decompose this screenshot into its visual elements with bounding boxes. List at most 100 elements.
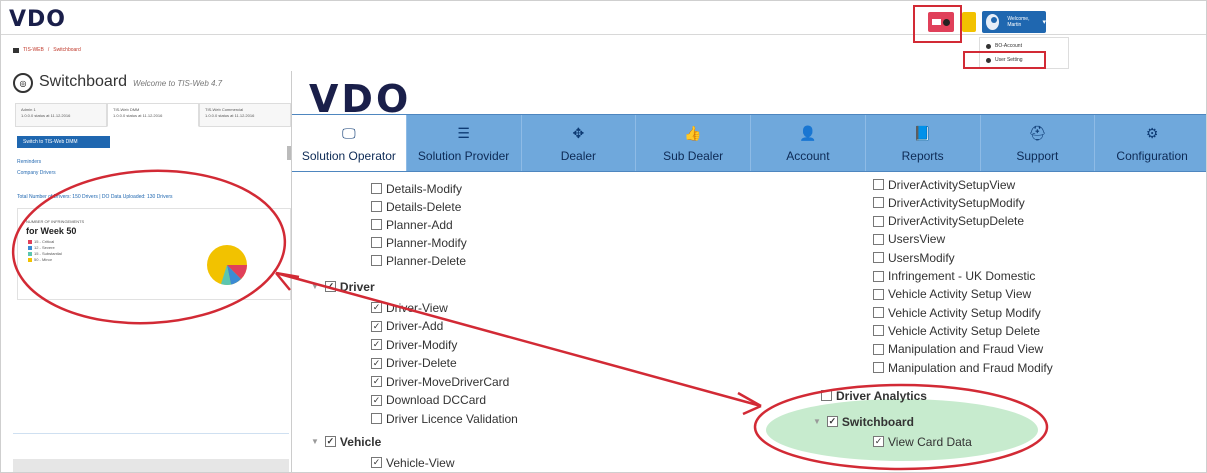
nav-tab-sub-dealer[interactable]: 👍 Sub Dealer — [636, 115, 751, 171]
user-icon: 👤 — [799, 125, 817, 141]
breadcrumb-item[interactable]: TIS-WEB — [23, 47, 44, 53]
permission-label: Vehicle Activity Setup View — [888, 287, 1032, 302]
permission-checkbox[interactable]: ✓ — [371, 320, 382, 332]
legend-label: 50 - Minor — [34, 257, 53, 262]
permission-row: Vehicle Activity Setup Delete — [873, 323, 1040, 338]
permission-checkbox[interactable]: ✓ — [371, 394, 382, 406]
widget-legend: 15 - Critical 12 - Severe 15 - Substanti… — [28, 239, 62, 263]
nav-tab-account[interactable]: 👤 Account — [751, 115, 866, 171]
expand-triangle-icon[interactable]: ▼ — [311, 282, 319, 291]
user-menu-button[interactable]: Welcome, Martin ▾ — [982, 11, 1046, 33]
home-icon[interactable] — [13, 47, 19, 53]
permission-label: UsersModify — [888, 250, 955, 265]
permission-checkbox[interactable] — [873, 288, 884, 300]
page-title-row: ◎ Switchboard Welcome to TIS-Web 4.7 — [13, 73, 222, 93]
permission-label: Driver-Modify — [386, 337, 458, 352]
permission-checkbox[interactable] — [821, 390, 832, 401]
permission-checkbox[interactable] — [873, 270, 884, 282]
nav-tab-reports[interactable]: 📘 Reports — [866, 115, 981, 171]
permission-checkbox[interactable]: ✓ — [371, 302, 382, 313]
permission-label: Infringement - UK Domestic — [888, 269, 1036, 283]
permission-group-driver: ▼ ✓ Driver — [311, 279, 375, 294]
main-navigation: 🖵 Solution Operator ☰ Solution Provider … — [292, 114, 1206, 172]
permission-label: Manipulation and Fraud View — [888, 342, 1044, 357]
list-icon: ☰ — [457, 125, 470, 141]
permission-label: Driver-View — [386, 300, 448, 315]
tab-tis-web-dmm[interactable]: TIS-Web DMM 1.0.0.0 status at 11.12.2016 — [107, 103, 199, 127]
breadcrumb-item: Switchboard — [53, 47, 81, 53]
tab-tis-web-commercial[interactable]: TIS-Web Commercial 1.0.0.0 status at 11.… — [199, 103, 291, 127]
breadcrumb: TIS-WEB / Switchboard — [13, 47, 81, 53]
permission-checkbox[interactable]: ✓ — [324, 436, 336, 447]
permission-checkbox[interactable] — [873, 307, 884, 319]
permission-checkbox[interactable] — [873, 233, 884, 245]
permission-checkbox[interactable] — [371, 255, 382, 266]
permission-checkbox[interactable] — [873, 362, 884, 373]
tab-admin[interactable]: Admin 1 1.0.0.0 status at 11.12.2016 — [15, 103, 107, 127]
permission-checkbox[interactable]: ✓ — [826, 416, 838, 427]
permission-checkbox[interactable] — [873, 325, 884, 337]
nav-tab-solution-provider[interactable]: ☰ Solution Provider — [407, 115, 522, 171]
permission-checkbox[interactable] — [873, 343, 884, 355]
permission-label: Planner-Delete — [386, 253, 467, 268]
avatar-icon — [986, 14, 1000, 30]
user-icon — [986, 43, 991, 49]
module-tabs: Admin 1 1.0.0.0 status at 11.12.2016 TIS… — [15, 103, 291, 127]
dropdown-item-bo-account[interactable]: BO-Account — [986, 43, 1022, 49]
permission-checkbox[interactable]: ✓ — [324, 281, 336, 292]
permission-checkbox[interactable] — [371, 237, 382, 248]
permission-checkbox[interactable] — [371, 219, 382, 230]
nav-tab-solution-operator[interactable]: 🖵 Solution Operator — [292, 115, 407, 171]
expand-triangle-icon[interactable]: ▼ — [813, 417, 821, 426]
permission-checkbox[interactable]: ✓ — [371, 457, 382, 468]
permission-row: ✓ Driver-MoveDriverCard — [371, 374, 509, 389]
permission-checkbox[interactable]: ✓ — [873, 436, 884, 447]
link-reminders[interactable]: Reminders — [17, 157, 56, 168]
chevron-down-icon: ▾ — [1042, 19, 1046, 26]
permission-row: UsersView — [873, 232, 945, 247]
permission-checkbox[interactable] — [371, 183, 382, 194]
app-topbar: VDO Welcome, Martin ▾ — [1, 1, 1206, 35]
expand-triangle-icon[interactable]: ▼ — [311, 437, 319, 446]
nav-tab-label: Support — [1016, 149, 1059, 163]
annotation-box-user-menu — [913, 5, 962, 43]
nav-tab-support[interactable]: ⛑ Support — [981, 115, 1096, 171]
tab-subtitle: 1.0.0.0 status at 11.12.2016 — [113, 113, 163, 118]
notifications-button[interactable] — [962, 12, 976, 32]
permission-row: Vehicle Activity Setup Modify — [873, 305, 1041, 320]
nav-tab-label: Account — [786, 149, 830, 163]
permission-label: Switchboard — [841, 414, 914, 429]
permission-checkbox[interactable]: ✓ — [371, 339, 382, 350]
permission-label: Details-Modify — [386, 181, 463, 196]
permission-checkbox[interactable] — [873, 179, 884, 190]
vdo-logo-small: VDO — [9, 7, 66, 32]
lifebuoy-icon: ⛑ — [1028, 125, 1047, 141]
permission-row: ✓ Download DCCard — [371, 393, 486, 408]
permission-checkbox[interactable]: ✓ — [371, 357, 382, 369]
page-subtitle: Welcome to TIS-Web 4.7 — [133, 79, 223, 88]
permission-group-switchboard: ▼ ✓ Switchboard — [813, 414, 914, 429]
legend-label: 15 - Critical — [34, 239, 55, 244]
permission-checkbox[interactable] — [371, 413, 382, 424]
dropdown-item-label: BO-Account — [995, 43, 1022, 49]
permission-label: DriverActivitySetupModify — [888, 195, 1025, 210]
permission-label: DriverActivitySetupDelete — [888, 214, 1025, 229]
nav-tab-label: Sub Dealer — [663, 149, 724, 163]
nav-tab-configuration[interactable]: ⚙ Configuration — [1095, 115, 1206, 171]
permission-checkbox[interactable]: ✓ — [371, 376, 382, 387]
switch-module-button[interactable]: Switch to TIS-Web DMM — [17, 136, 110, 148]
permission-label: Driver Licence Validation — [386, 411, 518, 426]
vdo-logo: VDO — [309, 77, 412, 121]
permission-label: Driver-MoveDriverCard — [386, 374, 510, 389]
screenshot-root: VDO Welcome, Martin ▾ BO-Account User Se… — [0, 0, 1207, 473]
permission-checkbox[interactable] — [873, 215, 884, 227]
permission-checkbox[interactable] — [873, 197, 884, 209]
nav-tab-label: Reports — [901, 149, 944, 163]
thumbs-up-icon: 👍 — [684, 125, 702, 141]
permission-checkbox[interactable] — [371, 201, 382, 212]
permission-label: Vehicle Activity Setup Delete — [888, 323, 1041, 338]
link-company-drivers[interactable]: Company Drivers — [17, 168, 56, 179]
permission-row: ✓ Driver-Modify — [371, 337, 457, 352]
permission-checkbox[interactable] — [873, 252, 884, 264]
nav-tab-dealer[interactable]: ✥ Dealer — [522, 115, 637, 171]
